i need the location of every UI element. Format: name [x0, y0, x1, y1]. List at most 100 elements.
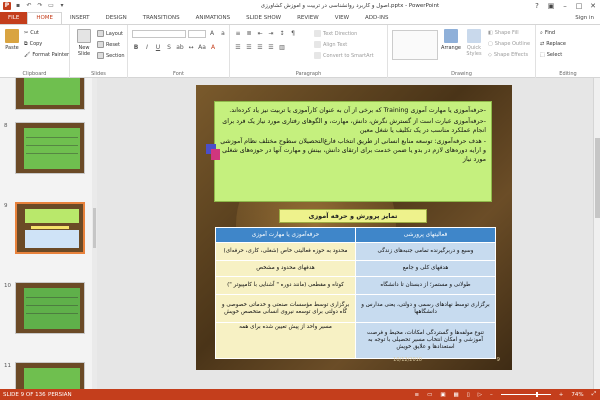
shrink-font-icon[interactable]: a [219, 30, 227, 37]
save-icon[interactable]: ▪ [14, 2, 22, 10]
notes-icon[interactable]: ≡ [415, 392, 420, 398]
fit-slide-icon[interactable]: ⤢ [592, 391, 596, 398]
comments-icon[interactable]: ▭ [427, 392, 432, 398]
justify-icon[interactable]: ☰ [267, 44, 275, 51]
slide-thumbnail[interactable] [15, 362, 85, 389]
shape-effects-button[interactable]: ◇ Shape Effects [488, 52, 528, 58]
paragraph-training: -حرفه‌آموزی یا مهارت آموزی Training که ب… [229, 107, 486, 114]
zoom-slider[interactable] [500, 392, 551, 397]
canvas-scrollbar[interactable] [593, 78, 600, 389]
tab-design[interactable]: DESIGN [98, 12, 135, 24]
spacing-icon[interactable]: ↔ [187, 44, 195, 51]
status-bar: SLIDE 9 OF 136 PERSIAN ≡ ▭ ▣ ▦ ▯ ▷ – + 7… [0, 389, 600, 400]
strikethrough-icon[interactable]: ab [176, 44, 184, 51]
help-icon[interactable]: ? [530, 0, 544, 12]
replace-button[interactable]: ⇄ Replace [540, 41, 566, 47]
decrease-indent-icon[interactable]: ⇤ [256, 30, 264, 37]
window-controls: ? ▣ – □ ✕ [530, 0, 600, 12]
slide-sorter-icon[interactable]: ▦ [454, 392, 459, 398]
thumbnail-scroll-thumb[interactable] [93, 208, 96, 248]
zoom-level[interactable]: 74% [571, 392, 583, 398]
slideshow-icon[interactable]: ▭ [47, 2, 55, 10]
slide-thumbnail-pane: 8 9 10 11 [0, 78, 97, 389]
columns-icon[interactable]: ▥ [278, 44, 286, 51]
italic-icon[interactable]: I [143, 44, 151, 51]
shape-fill-button[interactable]: ◧ Shape Fill [488, 30, 519, 36]
slide-thumbnail[interactable] [15, 78, 85, 110]
cut-button[interactable]: ✂ Cut [24, 30, 39, 36]
table-row: تنوع مولفه‌ها و گستردگی امکانات، محیط و … [215, 322, 496, 359]
increase-indent-icon[interactable]: ⇥ [267, 30, 275, 37]
table-cell: هدفهای محدود و مشخص [215, 260, 356, 277]
new-slide-button[interactable]: New Slide [73, 29, 95, 57]
tab-slide-show[interactable]: SLIDE SHOW [238, 12, 289, 24]
text-direction-button[interactable]: Text Direction [314, 30, 357, 37]
tab-transitions[interactable]: TRANSITIONS [135, 12, 188, 24]
arrange-button[interactable]: Arrange [440, 29, 462, 51]
tab-view[interactable]: VIEW [327, 12, 357, 24]
shape-outline-button[interactable]: ▢ Shape Outline [488, 41, 530, 47]
ribbon-display-icon[interactable]: ▣ [544, 0, 558, 12]
slide-thumbnail-selected[interactable] [15, 202, 85, 254]
outline-icon: ▢ [488, 41, 493, 47]
slideshow-view-icon[interactable]: ▷ [478, 392, 482, 398]
minimize-icon[interactable]: – [558, 0, 572, 12]
definition-text-box[interactable]: -حرفه‌آموزی یا مهارت آموزی Training که ب… [214, 101, 492, 202]
reset-icon [97, 41, 104, 48]
reset-button[interactable]: Reset [97, 41, 120, 48]
maximize-icon[interactable]: □ [572, 0, 586, 12]
align-left-icon[interactable]: ☰ [234, 44, 242, 51]
comparison-table[interactable]: فعالیتهای پرورشی حرفه‌آموزی یا مهارت آمو… [215, 227, 496, 359]
bold-icon[interactable]: B [132, 44, 140, 51]
ltr-icon[interactable]: ¶ [289, 30, 297, 37]
table-header-cell: فعالیتهای پرورشی [355, 227, 496, 243]
align-right-icon[interactable]: ☰ [256, 44, 264, 51]
slide-counter: SLIDE 9 OF 136 [3, 391, 46, 398]
paste-button[interactable]: Paste [2, 29, 22, 51]
font-size-input[interactable] [188, 30, 206, 38]
convert-smartart-button[interactable]: Convert to SmartArt [314, 52, 374, 59]
tab-file[interactable]: FILE [0, 12, 28, 24]
canvas-scroll-thumb[interactable] [595, 138, 600, 218]
tab-insert[interactable]: INSERT [62, 12, 97, 24]
format-painter-button[interactable]: 🖌 Format Painter [24, 52, 69, 58]
zoom-out-icon[interactable]: – [490, 392, 493, 398]
layout-button[interactable]: Layout [97, 30, 123, 37]
zoom-in-icon[interactable]: + [559, 392, 564, 398]
close-icon[interactable]: ✕ [586, 0, 600, 12]
undo-icon[interactable]: ↶ [25, 2, 33, 10]
shadow-icon[interactable]: S [165, 44, 173, 51]
font-color-icon[interactable]: A [209, 44, 217, 51]
arrange-icon [444, 29, 458, 43]
tab-animations[interactable]: ANIMATIONS [188, 12, 239, 24]
tab-add-ins[interactable]: ADD-INS [357, 12, 396, 24]
current-slide[interactable]: -حرفه‌آموزی یا مهارت آموزی Training که ب… [196, 85, 512, 370]
language-indicator[interactable]: PERSIAN [48, 392, 108, 398]
underline-icon[interactable]: U [154, 44, 162, 51]
redo-icon[interactable]: ↷ [36, 2, 44, 10]
section-button[interactable]: Section [97, 52, 125, 59]
find-button[interactable]: ⌕ Find [540, 30, 555, 36]
more-icon[interactable]: ▾ [58, 2, 66, 10]
align-text-button[interactable]: Align Text [314, 41, 347, 48]
numbering-icon[interactable]: ≣ [245, 30, 253, 37]
reading-view-icon[interactable]: ▯ [467, 392, 470, 398]
tab-review[interactable]: REVIEW [289, 12, 327, 24]
normal-view-icon[interactable]: ▣ [440, 392, 445, 398]
tab-home[interactable]: HOME [27, 12, 63, 24]
sign-in-link[interactable]: Sign in [575, 12, 600, 24]
font-name-input[interactable] [132, 30, 186, 38]
table-cell: برگزاری توسط نهادهای رسمی و دولتی، یعنی … [355, 294, 496, 323]
case-icon[interactable]: Aa [198, 44, 206, 51]
slide-thumbnail[interactable] [15, 282, 85, 334]
align-center-icon[interactable]: ☰ [245, 44, 253, 51]
select-button[interactable]: ⬚ Select [540, 52, 562, 58]
table-heading[interactable]: تمایز پرورش و حرفه آموزی [279, 209, 427, 223]
shapes-gallery[interactable] [392, 30, 438, 60]
quick-styles-button[interactable]: Quick Styles [462, 29, 486, 57]
copy-button[interactable]: ⧉ Copy [24, 41, 42, 47]
slide-thumbnail[interactable] [15, 122, 85, 174]
grow-font-icon[interactable]: A [208, 30, 216, 37]
line-spacing-icon[interactable]: ↕ [278, 30, 286, 37]
bullets-icon[interactable]: ≡ [234, 30, 242, 37]
